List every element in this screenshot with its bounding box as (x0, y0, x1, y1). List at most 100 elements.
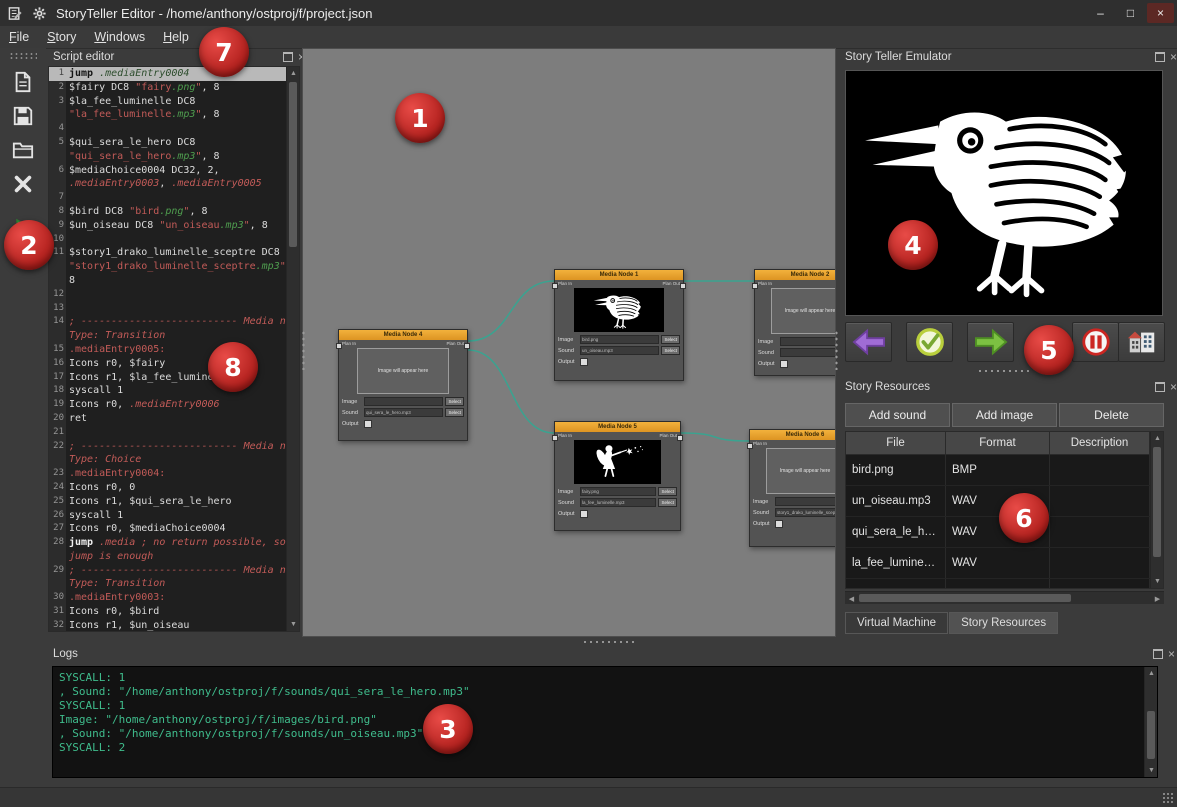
editor-row[interactable]: 2$fairy DC8 "fairy.png", 8 (49, 81, 286, 95)
float-icon[interactable] (1153, 649, 1163, 659)
editor-row[interactable]: 29; -------------------------- Media nod… (49, 564, 286, 578)
close-icon[interactable]: × (1170, 52, 1177, 62)
scroll-right-icon[interactable]: ▶ (1151, 592, 1164, 605)
table-hscrollbar[interactable]: ◀ ▶ (845, 591, 1164, 604)
add-sound-button[interactable]: Add sound (845, 403, 950, 427)
splitter-handle[interactable] (301, 330, 306, 370)
editor-row[interactable]: 7 (49, 191, 286, 205)
resize-grip[interactable] (1162, 792, 1174, 804)
float-icon[interactable] (1155, 382, 1165, 392)
node-select-button[interactable]: Select (658, 498, 677, 507)
pause-button[interactable] (1072, 322, 1119, 362)
node-graph-canvas[interactable]: Media Node 4Plan InPlan OutImage will ap… (302, 48, 836, 637)
previous-button[interactable] (845, 322, 892, 362)
next-button[interactable] (967, 322, 1014, 362)
maximize-button[interactable]: □ (1117, 3, 1144, 23)
editor-row[interactable]: 6$mediaChoice0004 DC32, 2, (49, 164, 286, 178)
validate-button[interactable] (906, 322, 953, 362)
input-pin[interactable] (747, 443, 753, 449)
editor-row[interactable]: "qui_sera_le_hero.mp3", 8 (49, 150, 286, 164)
editor-row[interactable]: 3$la_fee_luminelle DC8 (49, 95, 286, 109)
menu-file[interactable]: File (0, 28, 38, 46)
editor-row[interactable]: "la_fee_luminelle.mp3", 8 (49, 108, 286, 122)
editor-row[interactable]: 5$qui_sera_le_hero DC8 (49, 136, 286, 150)
editor-row[interactable]: 12 (49, 288, 286, 302)
menu-windows[interactable]: Windows (85, 28, 154, 46)
editor-row[interactable]: 31Icons r0, $bird (49, 605, 286, 619)
media-node[interactable]: Media Node 4Plan InPlan OutImage will ap… (338, 329, 468, 441)
editor-scrollbar[interactable]: ▲ ▼ (286, 67, 299, 631)
scroll-up-icon[interactable]: ▲ (1145, 667, 1158, 680)
input-pin[interactable] (336, 343, 342, 349)
scroll-up-icon[interactable]: ▲ (287, 67, 300, 80)
scrollbar-thumb[interactable] (289, 82, 297, 247)
editor-row[interactable]: 4 (49, 122, 286, 136)
editor-row[interactable]: 8 (49, 274, 286, 288)
editor-row[interactable]: jump is enough (49, 550, 286, 564)
editor-row[interactable]: .mediaEntry0003, .mediaEntry0005 (49, 177, 286, 191)
scroll-left-icon[interactable]: ◀ (845, 592, 858, 605)
close-icon[interactable]: × (1168, 649, 1175, 659)
input-pin[interactable] (752, 283, 758, 289)
editor-row[interactable]: 25Icons r1, $qui_sera_le_hero (49, 495, 286, 509)
editor-row[interactable]: 10 (49, 233, 286, 247)
editor-row[interactable]: 22; -------------------------- Media nod… (49, 440, 286, 454)
logs-console[interactable]: SYSCALL: 1, Sound: "/home/anthony/ostpro… (52, 666, 1158, 778)
editor-row[interactable]: 24Icons r0, 0 (49, 481, 286, 495)
output-checkbox[interactable] (580, 510, 588, 518)
delete-button[interactable]: Delete (1059, 403, 1164, 427)
output-pin[interactable] (677, 435, 683, 441)
toolbar-grip[interactable] (9, 52, 37, 59)
editor-row[interactable]: 30.mediaEntry0003: (49, 591, 286, 605)
node-select-button[interactable]: Select (661, 335, 680, 344)
editor-row[interactable]: Type: Transition (49, 577, 286, 591)
input-pin[interactable] (552, 435, 558, 441)
media-node[interactable]: Media Node 6Plan InPlan OutImage will ap… (749, 429, 836, 547)
output-checkbox[interactable] (364, 420, 372, 428)
editor-row[interactable]: Type: Transition (49, 329, 286, 343)
editor-row[interactable]: Type: Choice (49, 453, 286, 467)
media-node[interactable]: Media Node 5Plan InPlan OutImagefairy.pn… (554, 421, 681, 531)
editor-row[interactable]: 21 (49, 426, 286, 440)
close-button[interactable]: × (1147, 3, 1174, 23)
column-header[interactable]: Format (946, 432, 1050, 454)
editor-row[interactable]: 20ret (49, 412, 286, 426)
new-script-button[interactable] (7, 67, 39, 97)
close-project-button[interactable] (7, 169, 39, 199)
scroll-up-icon[interactable]: ▲ (1151, 432, 1164, 445)
output-checkbox[interactable] (775, 520, 783, 528)
editor-row[interactable]: 26syscall 1 (49, 509, 286, 523)
menu-help[interactable]: Help (154, 28, 198, 46)
script-editor[interactable]: 1jump .mediaEntry00042$fairy DC8 "fairy.… (48, 66, 300, 632)
menu-story[interactable]: Story (38, 28, 85, 46)
editor-row[interactable]: 9$un_oiseau DC8 "un_oiseau.mp3", 8 (49, 219, 286, 233)
table-scrollbar[interactable]: ▲ ▼ (1150, 432, 1163, 588)
scrollbar-thumb[interactable] (1147, 711, 1155, 759)
column-header[interactable]: File (846, 432, 946, 454)
output-pin[interactable] (680, 283, 686, 289)
scroll-down-icon[interactable]: ▼ (287, 618, 300, 631)
node-select-button[interactable]: Select (445, 408, 464, 417)
splitter-handle[interactable] (977, 368, 1033, 374)
media-node[interactable]: Media Node 2Plan InPlan OutImage will ap… (754, 269, 836, 376)
editor-row[interactable]: 1jump .mediaEntry0004 (49, 67, 286, 81)
editor-row[interactable]: "story1_drako_luminelle_sceptre.mp3", (49, 260, 286, 274)
save-button[interactable] (7, 101, 39, 131)
tab-virtual-machine[interactable]: Virtual Machine (845, 612, 948, 634)
node-select-button[interactable]: Select (445, 397, 464, 406)
editor-row[interactable]: 19Icons r0, .mediaEntry0006 (49, 398, 286, 412)
editor-row[interactable]: 23.mediaEntry0004: (49, 467, 286, 481)
column-header[interactable]: Description (1050, 432, 1150, 454)
minimize-button[interactable]: – (1087, 3, 1114, 23)
node-select-button[interactable]: Select (658, 487, 677, 496)
close-icon[interactable]: × (1170, 382, 1177, 392)
editor-row[interactable]: 14; -------------------------- Media nod… (49, 315, 286, 329)
editor-row[interactable]: 27Icons r0, $mediaChoice0004 (49, 522, 286, 536)
media-node[interactable]: Media Node 1Plan InPlan OutImagebird.png… (554, 269, 684, 381)
scrollbar-thumb[interactable] (859, 594, 1071, 602)
input-pin[interactable] (552, 283, 558, 289)
editor-row[interactable]: 28jump .media ; no return possible, so a (49, 536, 286, 550)
output-checkbox[interactable] (580, 358, 588, 366)
open-button[interactable] (7, 135, 39, 165)
float-icon[interactable] (283, 52, 293, 62)
